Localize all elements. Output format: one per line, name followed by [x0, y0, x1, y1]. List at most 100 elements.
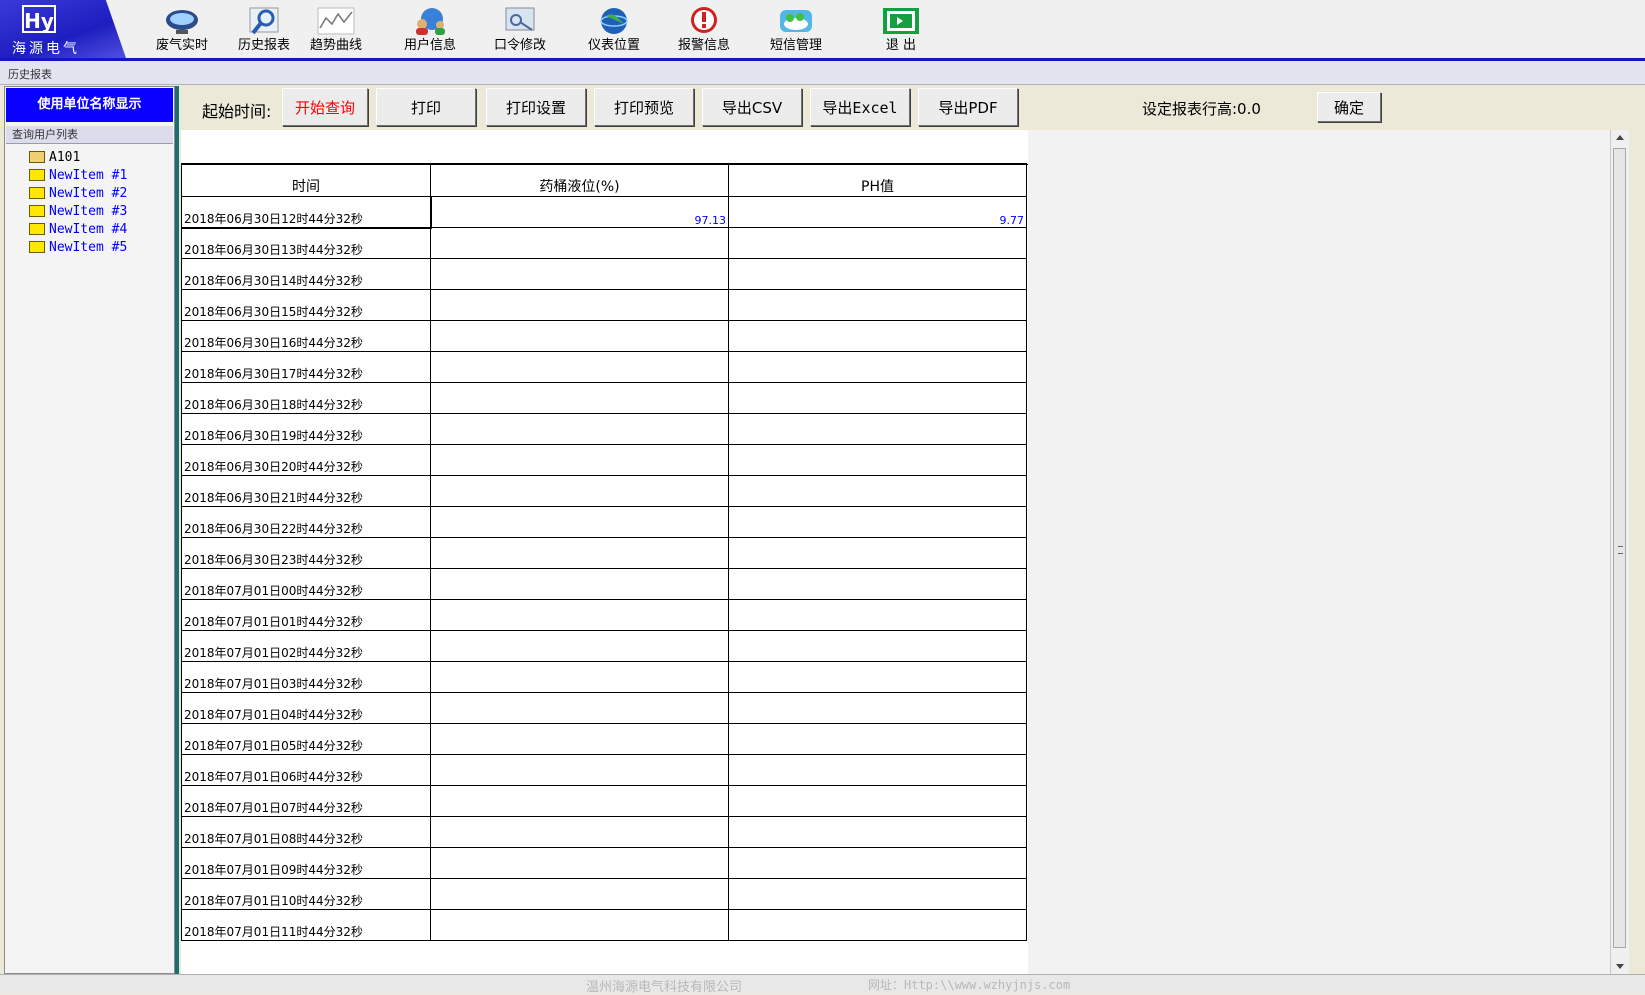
- scroll-up-icon[interactable]: [1616, 135, 1624, 140]
- cell-level[interactable]: [430, 382, 729, 414]
- cell-level[interactable]: [430, 878, 729, 910]
- tree-item-a101[interactable]: A101: [29, 149, 80, 167]
- export-csv-button[interactable]: 导出CSV: [702, 88, 802, 126]
- cell-ph[interactable]: [728, 320, 1027, 352]
- toolbar-alarm-info[interactable]: 报警信息: [664, 6, 744, 58]
- cell-time[interactable]: 2018年07月01日03时44分32秒: [181, 661, 431, 693]
- cell-level[interactable]: [430, 475, 729, 507]
- cell-time[interactable]: 2018年06月30日12时44分32秒: [181, 195, 432, 229]
- cell-time[interactable]: 2018年06月30日19时44分32秒: [181, 413, 431, 445]
- tree-item-newitem-2[interactable]: NewItem #2: [29, 185, 127, 203]
- cell-level[interactable]: [430, 847, 729, 879]
- cell-level[interactable]: [430, 258, 729, 290]
- toolbar-meter-location[interactable]: 仪表位置: [574, 6, 654, 58]
- cell-level[interactable]: [430, 630, 729, 662]
- cell-ph[interactable]: [728, 413, 1027, 445]
- cell-time[interactable]: 2018年06月30日22时44分32秒: [181, 506, 431, 538]
- cell-ph[interactable]: [728, 785, 1027, 817]
- scroll-thumb[interactable]: [1613, 148, 1626, 948]
- cell-time[interactable]: 2018年07月01日09时44分32秒: [181, 847, 431, 879]
- cell-ph[interactable]: [728, 816, 1027, 848]
- tree-item-newitem-3[interactable]: NewItem #3: [29, 203, 127, 221]
- cell-level[interactable]: [430, 723, 729, 755]
- cell-time[interactable]: 2018年07月01日02时44分32秒: [181, 630, 431, 662]
- cell-time[interactable]: 2018年06月30日23时44分32秒: [181, 537, 431, 569]
- toolbar-exhaust-realtime[interactable]: 废气实时: [142, 6, 222, 58]
- cell-ph[interactable]: [728, 351, 1027, 383]
- print-preview-button[interactable]: 打印预览: [594, 88, 694, 126]
- print-button[interactable]: 打印: [376, 88, 476, 126]
- cell-time[interactable]: 2018年06月30日14时44分32秒: [181, 258, 431, 290]
- cell-ph[interactable]: [728, 847, 1027, 879]
- cell-ph[interactable]: [728, 630, 1027, 662]
- cell-level[interactable]: [430, 227, 729, 259]
- cell-time[interactable]: 2018年07月01日01时44分32秒: [181, 599, 431, 631]
- cell-time[interactable]: 2018年07月01日08时44分32秒: [181, 816, 431, 848]
- toolbar-trend-curve[interactable]: 趋势曲线: [296, 6, 376, 58]
- cell-level[interactable]: 97.13: [430, 196, 729, 228]
- toolbar-exit[interactable]: 退 出: [866, 6, 936, 58]
- print-settings-button[interactable]: 打印设置: [486, 88, 586, 126]
- panel-divider[interactable]: [175, 86, 179, 974]
- cell-time[interactable]: 2018年06月30日15时44分32秒: [181, 289, 431, 321]
- cell-ph[interactable]: [728, 723, 1027, 755]
- cell-level[interactable]: [430, 537, 729, 569]
- cell-ph[interactable]: [728, 754, 1027, 786]
- cell-level[interactable]: [430, 289, 729, 321]
- export-pdf-button[interactable]: 导出PDF: [918, 88, 1018, 126]
- cell-time[interactable]: 2018年07月01日06时44分32秒: [181, 754, 431, 786]
- tree-item-newitem-5[interactable]: NewItem #5: [29, 239, 127, 257]
- cell-time[interactable]: 2018年07月01日00时44分32秒: [181, 568, 431, 600]
- cell-time[interactable]: 2018年07月01日10时44分32秒: [181, 878, 431, 910]
- cell-ph[interactable]: [728, 475, 1027, 507]
- cell-ph[interactable]: [728, 537, 1027, 569]
- cell-level[interactable]: [430, 506, 729, 538]
- cell-ph[interactable]: [728, 382, 1027, 414]
- cell-time[interactable]: 2018年06月30日20时44分32秒: [181, 444, 431, 476]
- cell-level[interactable]: [430, 599, 729, 631]
- cell-level[interactable]: [430, 661, 729, 693]
- tree-item-newitem-1[interactable]: NewItem #1: [29, 167, 127, 185]
- cell-level[interactable]: [430, 444, 729, 476]
- export-excel-button[interactable]: 导出Excel: [810, 88, 910, 126]
- cell-ph[interactable]: [728, 289, 1027, 321]
- cell-ph[interactable]: [728, 568, 1027, 600]
- cell-ph[interactable]: 9.77: [728, 196, 1027, 228]
- cell-ph[interactable]: [728, 878, 1027, 910]
- cell-time[interactable]: 2018年07月01日07时44分32秒: [181, 785, 431, 817]
- cell-level[interactable]: [430, 692, 729, 724]
- cell-time[interactable]: 2018年07月01日11时44分32秒: [181, 909, 431, 941]
- cell-level[interactable]: [430, 320, 729, 352]
- cell-level[interactable]: [430, 909, 729, 941]
- scroll-down-icon[interactable]: [1616, 964, 1624, 969]
- vertical-scrollbar[interactable]: [1610, 130, 1629, 974]
- tree-item-newitem-4[interactable]: NewItem #4: [29, 221, 127, 239]
- cell-ph[interactable]: [728, 444, 1027, 476]
- cell-ph[interactable]: [728, 909, 1027, 941]
- start-query-button[interactable]: 开始查询: [282, 88, 368, 126]
- toolbar-user-info[interactable]: 用户信息: [390, 6, 470, 58]
- cell-time[interactable]: 2018年06月30日21时44分32秒: [181, 475, 431, 507]
- cell-level[interactable]: [430, 568, 729, 600]
- toolbar-password-change[interactable]: 口令修改: [480, 6, 560, 58]
- cell-ph[interactable]: [728, 599, 1027, 631]
- cell-time[interactable]: 2018年06月30日18时44分32秒: [181, 382, 431, 414]
- confirm-button[interactable]: 确定: [1317, 92, 1381, 122]
- toolbar-sms-management[interactable]: 短信管理: [756, 6, 836, 58]
- cell-level[interactable]: [430, 413, 729, 445]
- cell-level[interactable]: [430, 754, 729, 786]
- cell-ph[interactable]: [728, 692, 1027, 724]
- cell-level[interactable]: [430, 351, 729, 383]
- cell-level[interactable]: [430, 785, 729, 817]
- cell-ph[interactable]: [728, 661, 1027, 693]
- cell-time[interactable]: 2018年06月30日16时44分32秒: [181, 320, 431, 352]
- cell-ph[interactable]: [728, 506, 1027, 538]
- cell-time[interactable]: 2018年07月01日05时44分32秒: [181, 723, 431, 755]
- cell-level[interactable]: [430, 816, 729, 848]
- cell-time[interactable]: 2018年06月30日17时44分32秒: [181, 351, 431, 383]
- cell-time[interactable]: 2018年07月01日04时44分32秒: [181, 692, 431, 724]
- toolbar-history-report[interactable]: 历史报表: [224, 6, 304, 58]
- cell-ph[interactable]: [728, 227, 1027, 259]
- cell-time[interactable]: 2018年06月30日13时44分32秒: [181, 227, 431, 259]
- cell-ph[interactable]: [728, 258, 1027, 290]
